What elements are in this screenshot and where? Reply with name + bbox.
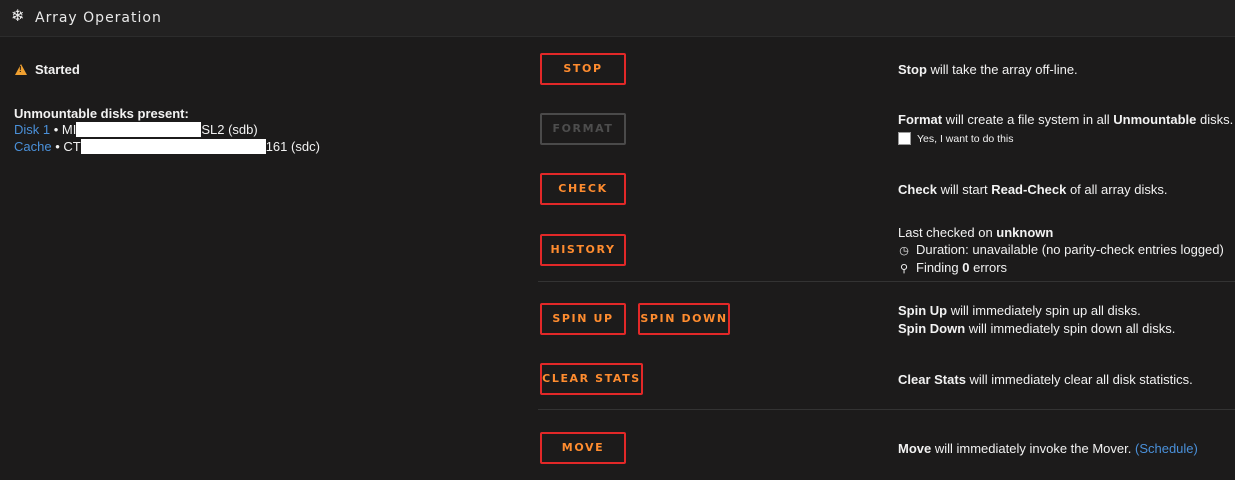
check-description: Check will start Read-Check of all array… [898, 182, 1168, 197]
disk-name-end: SL2 (sdb) [201, 122, 258, 137]
format-confirm: Yes, I want to do this [898, 132, 1014, 145]
spin-up-button[interactable]: SPIN UP [540, 303, 626, 335]
move-button[interactable]: MOVE [540, 432, 626, 464]
unmountable-disk-row: Cache • CT 161 (sdc) [14, 139, 320, 154]
move-description: Move will immediately invoke the Mover. … [898, 441, 1198, 456]
clear-stats-description: Clear Stats will immediately clear all d… [898, 372, 1193, 387]
disk-name-start: CT [63, 139, 81, 154]
format-button[interactable]: FORMAT [540, 113, 626, 145]
array-status: Started [15, 62, 80, 77]
divider [538, 409, 1235, 410]
warning-icon [15, 64, 27, 75]
snowflake-icon: ❄ [11, 8, 25, 25]
disk-link[interactable]: Disk 1 [14, 122, 50, 137]
stop-button[interactable]: STOP [540, 53, 626, 85]
schedule-link[interactable]: (Schedule) [1135, 441, 1198, 456]
cache-link[interactable]: Cache [14, 139, 52, 154]
spin-down-description: Spin Down will immediately spin down all… [898, 321, 1176, 336]
unmountable-disk-row: Disk 1 • MI SL2 (sdb) [14, 122, 258, 137]
panel-title: Array Operation [35, 10, 162, 26]
clear-stats-button[interactable]: CLEAR STATS [540, 363, 643, 395]
disk-name-start: MI [61, 122, 77, 137]
history-button[interactable]: HISTORY [540, 234, 626, 266]
spin-down-button[interactable]: SPIN DOWN [638, 303, 730, 335]
stop-description: Stop will take the array off-line. [898, 62, 1078, 77]
check-button[interactable]: CHECK [540, 173, 626, 205]
format-description: Format will create a file system in all … [898, 112, 1234, 127]
disk-name-end: 161 (sdc) [265, 139, 320, 154]
spin-up-description: Spin Up will immediately spin up all dis… [898, 303, 1141, 318]
duration-line: ◷ Duration: unavailable (no parity-check … [899, 242, 1224, 257]
confirm-label: Yes, I want to do this [917, 133, 1014, 145]
status-label: Started [35, 62, 80, 77]
separator: • [51, 139, 64, 154]
clock-icon: ◷ [899, 245, 909, 257]
divider [538, 281, 1235, 282]
search-icon: ⚲ [899, 263, 909, 275]
redacted-block [80, 139, 266, 154]
last-checked: Last checked on unknown [898, 225, 1054, 240]
confirm-checkbox[interactable] [898, 132, 911, 145]
separator: • [50, 122, 62, 137]
redacted-block [76, 122, 202, 137]
unmountable-title: Unmountable disks present: [14, 106, 189, 121]
finding-line: ⚲ Finding 0 errors [899, 260, 1008, 275]
panel-header: ❄ Array Operation [0, 0, 1235, 37]
